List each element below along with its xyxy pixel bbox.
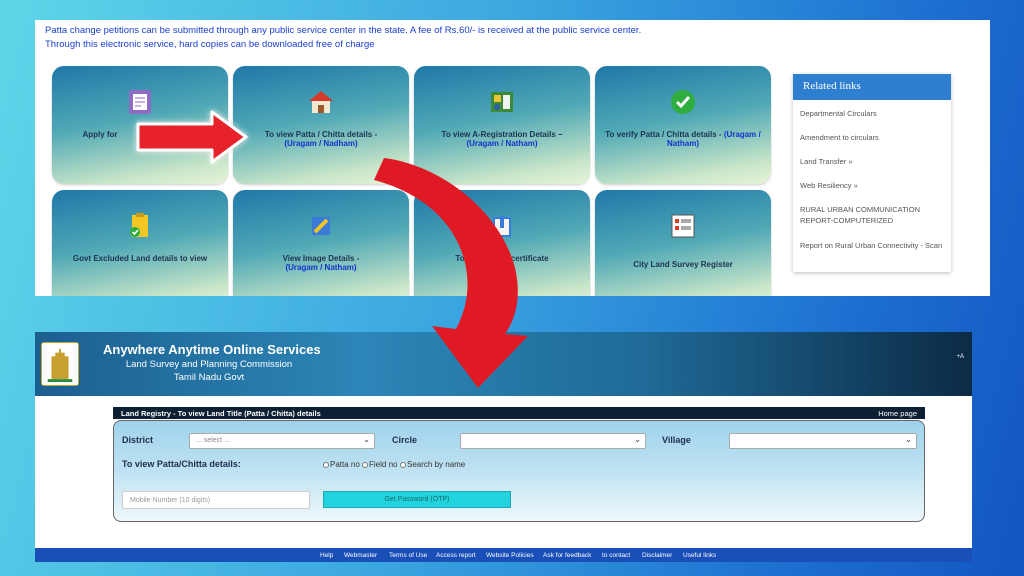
footer-link[interactable]: Ask for feedback xyxy=(543,552,591,559)
related-link[interactable]: Report on Rural Urban Connectivity - Sca… xyxy=(793,240,949,251)
circle-label: Circle xyxy=(392,435,418,445)
chevron-down-icon: ⌄ xyxy=(634,435,641,444)
related-links-title: Related links xyxy=(793,74,951,100)
related-link[interactable]: Web Resiliency » xyxy=(793,180,865,191)
related-link[interactable]: Amendment to circulars xyxy=(793,132,886,143)
footer-link[interactable]: Access report xyxy=(436,552,476,559)
tile-view-image[interactable]: View Image Details - (Uragam / Natham) xyxy=(233,190,409,296)
footer-link[interactable]: Website Policies xyxy=(486,552,534,559)
site-subtitle-commission: Land Survey and Planning Commission xyxy=(125,359,293,370)
radio-search-by-name[interactable]: Search by name xyxy=(400,460,465,469)
tile-a-registration[interactable]: To view A-Registration Details – (Uragam … xyxy=(414,66,590,184)
chevron-down-icon: ⌄ xyxy=(905,435,912,444)
village-select[interactable]: ⌄ xyxy=(729,433,917,449)
land-registry-bar: Land Registry - To view Land Title (Patt… xyxy=(113,407,925,419)
chevron-down-icon: ⌄ xyxy=(363,435,370,444)
radio-patta-no[interactable]: Patta no xyxy=(323,460,360,469)
tile-apply[interactable]: Apply for xyxy=(52,66,228,184)
radio-label: Patta no xyxy=(330,460,360,469)
view-details-label: To view Patta/Chitta details: xyxy=(122,459,241,469)
tile-label: View Image Details - xyxy=(282,254,360,263)
form-icon xyxy=(129,90,151,114)
tile-view-patta[interactable]: To view Patta / Chitta details - (Uragam … xyxy=(233,66,409,184)
building-icon xyxy=(493,216,511,237)
related-link[interactable]: RURAL URBAN COMMUNICATION REPORT-COMPUTE… xyxy=(793,204,951,226)
map-document-icon xyxy=(491,92,513,112)
footer-link[interactable]: to contact xyxy=(602,552,630,559)
radio-field-no[interactable]: Field no xyxy=(362,460,397,469)
tile-label: Apply for xyxy=(82,130,118,139)
circle-select[interactable]: ⌄ xyxy=(460,433,646,449)
tile-sub-label: (Uragam / Natham) xyxy=(466,139,538,148)
tile-label: To verify Patta / Chitta details - xyxy=(605,130,722,139)
tile-label: To view A-Registration Details – xyxy=(441,130,563,139)
footer-link[interactable]: Useful links xyxy=(683,552,716,559)
mobile-number-input[interactable]: Mobile Number (10 digits) xyxy=(122,491,310,509)
tile-label: Govt Excluded Land details to view xyxy=(72,254,208,263)
footer-link[interactable]: Help xyxy=(320,552,333,559)
clipboard-check-icon xyxy=(130,213,148,237)
patta-search-form: District ... select ... ⌄ Circle ⌄ Villag… xyxy=(113,420,925,522)
land-registry-title: Land Registry - To view Land Title (Patt… xyxy=(121,409,321,418)
district-selected-value: ... select ... xyxy=(196,437,230,444)
radio-label: Search by name xyxy=(407,460,466,469)
related-link[interactable]: Departmental Circulars xyxy=(793,108,884,119)
site-title: Anywhere Anytime Online Services xyxy=(103,342,321,357)
bottom-screenshot-panel: Anywhere Anytime Online Services Land Su… xyxy=(35,332,972,562)
get-otp-button[interactable]: Get Password (OTP) xyxy=(323,491,511,508)
tile-label: To vie y of the certificate xyxy=(455,254,549,263)
district-label: District xyxy=(122,435,154,445)
tile-sub-label: (Uragam / Natham) xyxy=(285,263,357,272)
site-subtitle-govt: Tamil Nadu Govt xyxy=(173,372,245,383)
tamil-nadu-emblem-icon xyxy=(41,342,79,386)
footer-link[interactable]: Webmaster xyxy=(344,552,377,559)
related-links-panel: Related links Departmental Circulars Ame… xyxy=(793,74,951,272)
house-icon xyxy=(309,91,333,113)
radio-label: Field no xyxy=(369,460,398,469)
tile-label: To view Patta / Chitta details - xyxy=(264,130,378,139)
tile-city-survey[interactable]: City Land Survey Register xyxy=(595,190,771,296)
footer-link[interactable]: Terms of Use xyxy=(389,552,427,559)
related-link[interactable]: Land Transfer » xyxy=(793,156,860,167)
tile-sub-label: (Uragam / Nadham) xyxy=(284,139,358,148)
checkmark-icon xyxy=(671,90,695,114)
tile-label: City Land Survey Register xyxy=(633,260,733,269)
footer-link[interactable]: Disclaimer xyxy=(642,552,672,559)
top-screenshot-panel: Patta change petitions can be submitted … xyxy=(35,20,990,296)
village-label: Village xyxy=(662,435,691,445)
tile-verify-patta[interactable]: To verify Patta / Chitta details - (Urag… xyxy=(595,66,771,184)
intro-text-line1: Patta change petitions can be submitted … xyxy=(45,25,642,36)
tile-govt-excluded[interactable]: Govt Excluded Land details to view xyxy=(52,190,228,296)
district-select[interactable]: ... select ... ⌄ xyxy=(189,433,375,449)
site-footer: Help Webmaster Terms of Use Access repor… xyxy=(35,548,972,562)
site-banner: Anywhere Anytime Online Services Land Su… xyxy=(35,332,972,396)
tile-certificate[interactable]: To vie y of the certificate xyxy=(414,190,590,296)
font-size-toggle[interactable]: +A xyxy=(956,354,964,360)
register-icon xyxy=(671,214,695,238)
home-page-link[interactable]: Home page xyxy=(878,409,917,418)
intro-text-line2: Through this electronic service, hard co… xyxy=(45,39,375,50)
pencil-image-icon xyxy=(312,217,330,235)
